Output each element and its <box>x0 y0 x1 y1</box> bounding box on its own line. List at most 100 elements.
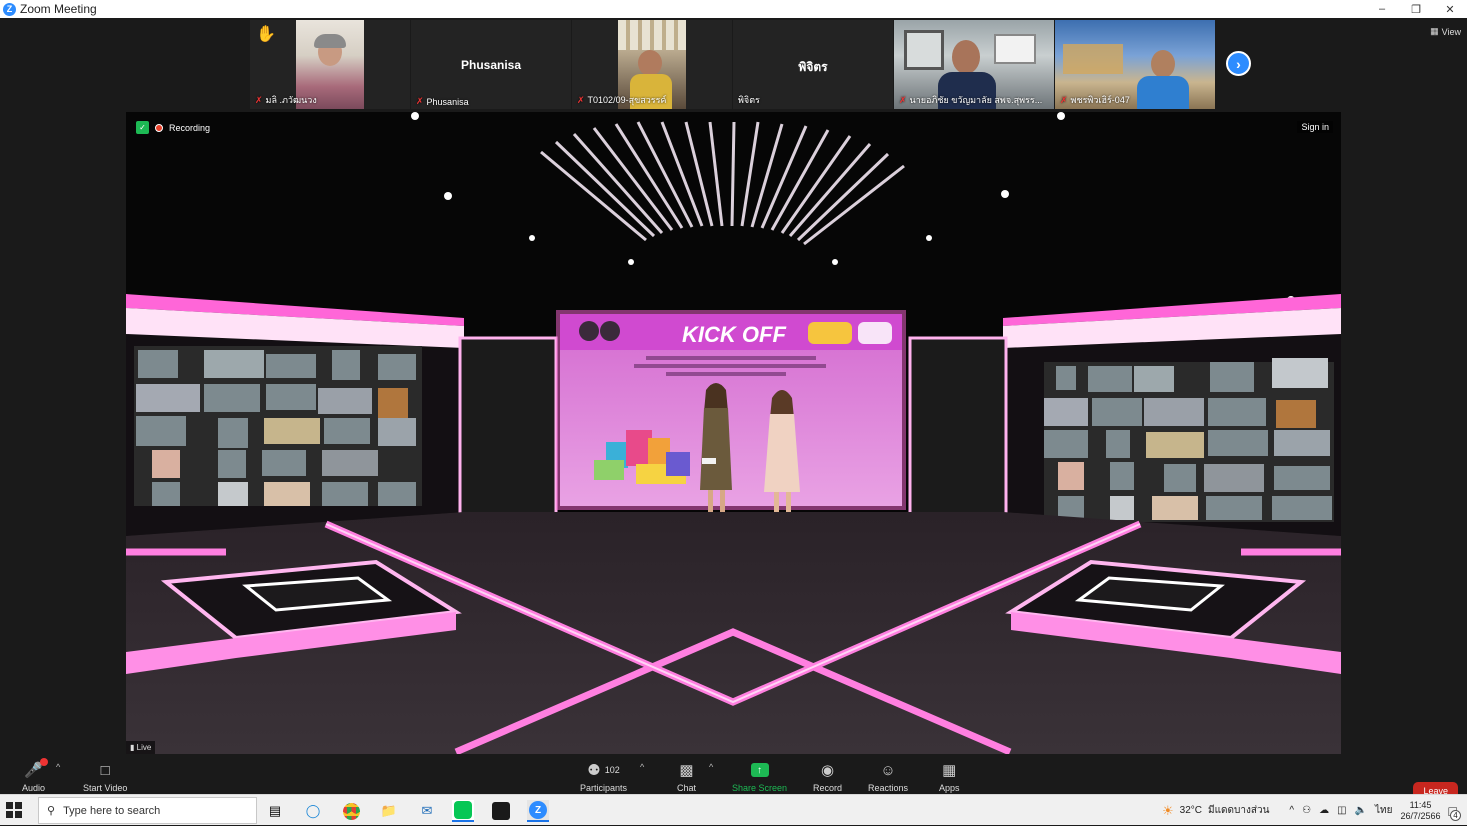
participant-tile[interactable]: พิจิตร พิจิตร <box>733 20 893 109</box>
notifications-icon[interactable]: □4 <box>1449 803 1461 821</box>
audio-label: Audio <box>22 783 46 793</box>
participant-tile[interactable]: ✗ นายอภิชัย ขวัญมาลัย สพจ.สุพรร... <box>894 20 1054 109</box>
participant-name: พชรพิวเฮิร์-047 <box>1070 95 1130 105</box>
participant-name: Phusanisa <box>426 96 469 107</box>
raised-hand-icon: ✋ <box>256 26 276 43</box>
participant-name: นายอภิชัย ขวัญมาลัย สพจ.สุพรร... <box>909 95 1043 105</box>
next-page-button[interactable]: › <box>1226 51 1251 76</box>
recording-indicator: ✓ Recording <box>136 121 210 134</box>
audio-options-chevron-icon[interactable]: ^ <box>56 762 60 772</box>
participant-tile[interactable]: Phusanisa ✗ Phusanisa <box>411 20 571 109</box>
participant-tile[interactable]: ✗ T0102/09-สุขสวรรค์ <box>572 20 732 109</box>
share-screen-icon: ↑ <box>750 763 769 777</box>
chat-options-chevron-icon[interactable]: ^ <box>709 762 713 772</box>
restore-icon[interactable]: ❐ <box>1399 0 1433 18</box>
volume-icon[interactable]: 🔈 <box>1355 805 1367 816</box>
apps-button[interactable]: ▦ Apps <box>939 760 960 793</box>
share-screen-label: Share Screen <box>732 783 788 793</box>
shield-check-icon[interactable]: ✓ <box>136 121 149 134</box>
muted-mic-icon: ✗ <box>577 94 585 105</box>
start-video-label: Start Video <box>83 783 128 793</box>
microphone-icon: 🎤 <box>24 758 48 780</box>
system-tray: ☀ 32°C มีแดดบางส่วน ^ ⚇ ☁ ◫ 🔈 ไทย 11:45 … <box>1162 795 1467 826</box>
chat-button[interactable]: ▩ Chat <box>677 760 696 793</box>
participant-name: T0102/09-สุขสวรรค์ <box>587 95 667 105</box>
chrome-icon[interactable] <box>340 800 362 822</box>
left-audience-grid <box>134 346 422 506</box>
reactions-label: Reactions <box>868 783 909 793</box>
main-video: KICK OFF ✓ Recording Sign in ▮ Live <box>126 112 1341 754</box>
gallery-strip: ✋ ✗ มลิ .ภวัฒนวง Phusanisa ✗ Phusanisa ✗ T0… <box>250 20 1215 109</box>
title-bar: Z Zoom Meeting – ❐ ✕ <box>0 0 1467 18</box>
edge-browser-icon[interactable]: ◯ <box>302 800 324 822</box>
participant-tile[interactable]: ✗ พชรพิวเฮิร์-047 <box>1055 20 1215 109</box>
file-explorer-icon[interactable]: 📁 <box>378 800 400 822</box>
reactions-button[interactable]: ☺ Reactions <box>868 760 909 794</box>
windows-taskbar: ⚲ Type here to search ▤ ◯ 📁 ✉ Z ☀ 32°C ม… <box>0 794 1467 825</box>
participants-count: 102 <box>604 765 620 775</box>
network-icon[interactable]: ◫ <box>1337 805 1346 816</box>
view-button[interactable]: ▦ View <box>1430 26 1461 37</box>
participants-button[interactable]: ⚉ 102 Participants <box>580 760 627 793</box>
taskbar-search-box[interactable]: ⚲ Type here to search <box>38 797 257 824</box>
video-off-icon: □ <box>100 761 110 779</box>
participants-label: Participants <box>580 783 628 793</box>
window-controls: – ❐ ✕ <box>1365 0 1467 18</box>
windows-start-icon[interactable] <box>6 802 22 818</box>
minimize-icon[interactable]: – <box>1365 0 1399 18</box>
share-screen-button[interactable]: ↑ Share Screen <box>732 760 787 793</box>
apps-label: Apps <box>939 783 960 793</box>
search-placeholder: Type here to search <box>63 804 161 817</box>
weather-temp: 32°C <box>1179 805 1202 816</box>
apps-icon: ▦ <box>942 762 957 779</box>
onedrive-icon[interactable]: ☁ <box>1319 805 1329 816</box>
record-icon: ◉ <box>820 762 835 779</box>
record-label: Record <box>813 783 843 793</box>
close-icon[interactable]: ✕ <box>1433 0 1467 18</box>
clock-date: 26/7/2566 <box>1400 810 1441 821</box>
notification-count: 4 <box>1450 809 1461 821</box>
participants-options-chevron-icon[interactable]: ^ <box>640 762 644 772</box>
record-button[interactable]: ◉ Record <box>813 760 842 793</box>
chat-bubble-icon: ▩ <box>679 762 694 779</box>
muted-mic-icon: ✗ <box>255 94 263 105</box>
signal-bars-icon: ▮ <box>130 743 135 752</box>
start-video-button[interactable]: □ Start Video <box>83 760 128 794</box>
zoom-logo-icon: Z <box>3 2 16 16</box>
slide-title: KICK OFF <box>682 322 786 347</box>
alert-dot-icon <box>39 758 48 766</box>
task-view-icon[interactable]: ▤ <box>264 800 286 822</box>
view-label: View <box>1441 26 1461 37</box>
tray-app-icon[interactable]: ⚇ <box>1302 805 1311 816</box>
participant-name: พิจิตร <box>738 95 760 105</box>
live-badge: ▮ Live <box>126 741 156 754</box>
zoom-app-icon[interactable]: Z <box>527 800 549 822</box>
participants-icon: ⚉ 102 <box>587 762 620 779</box>
meeting-area: ✋ ✗ มลิ .ภวัฒนวง Phusanisa ✗ Phusanisa ✗ T0… <box>0 18 1467 812</box>
participant-tile[interactable]: ✋ ✗ มลิ .ภวัฒนวง <box>250 20 410 109</box>
live-label: Live <box>136 743 152 752</box>
virtual-stage-scene: KICK OFF <box>126 112 1341 754</box>
grid-view-icon: ▦ <box>1430 26 1439 36</box>
window-title: Zoom Meeting <box>20 2 97 16</box>
clock-time: 11:45 <box>1409 799 1432 810</box>
smiley-plus-icon: ☺ <box>880 761 896 779</box>
muted-mic-icon: ✗ <box>899 94 907 105</box>
language-indicator[interactable]: ไทย <box>1375 803 1392 818</box>
participant-big-name: Phusanisa <box>460 58 522 72</box>
weather-desc: มีแดดบางส่วน <box>1207 805 1270 816</box>
line-app-icon[interactable] <box>452 800 474 822</box>
participant-big-name: พิจิตร <box>798 60 828 74</box>
recording-label: Recording <box>169 122 211 133</box>
weather-icon: ☀ <box>1161 802 1174 818</box>
audio-button[interactable]: 🎤 Audio <box>22 758 48 793</box>
chat-label: Chat <box>677 783 697 793</box>
pdf-reader-icon[interactable] <box>490 800 512 822</box>
muted-mic-icon: ✗ <box>416 96 424 106</box>
clock[interactable]: 11:45 26/7/2566 <box>1400 800 1440 822</box>
muted-mic-icon: ✗ <box>1060 94 1068 105</box>
sign-in-button[interactable]: Sign in <box>1297 121 1333 133</box>
mail-icon[interactable]: ✉ <box>416 800 438 822</box>
tray-chevron-up-icon[interactable]: ^ <box>1289 805 1294 816</box>
recording-dot-icon <box>155 123 163 132</box>
